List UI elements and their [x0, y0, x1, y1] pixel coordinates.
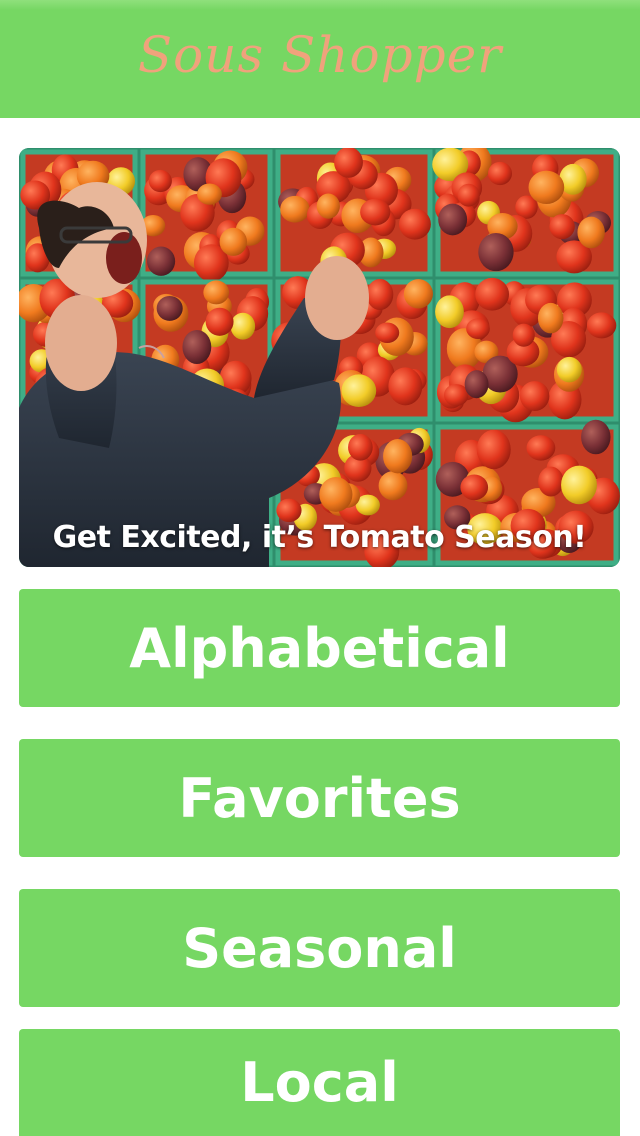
tomato [148, 169, 172, 193]
local-button[interactable]: Local [19, 1029, 620, 1136]
tomato [230, 312, 256, 340]
tomato [182, 329, 212, 364]
tomato [475, 277, 510, 311]
tomato [219, 227, 248, 256]
tomato [146, 246, 176, 276]
app-header: Sous Shopper [0, 0, 640, 118]
tomato [487, 161, 513, 186]
tomato [366, 278, 394, 311]
tomato [316, 193, 340, 219]
tomato [537, 302, 564, 334]
tomato [457, 183, 480, 207]
tomato [383, 439, 413, 474]
tomato [341, 374, 377, 407]
tomato [375, 322, 400, 343]
tomato [464, 370, 489, 399]
tomato [319, 477, 353, 512]
tomato [519, 381, 550, 412]
tomato [276, 498, 302, 523]
tomato [549, 214, 575, 240]
tomato [556, 356, 582, 383]
tomato [476, 429, 511, 470]
favorites-button[interactable]: Favorites [19, 739, 620, 857]
tomato [528, 170, 565, 204]
app-title: Sous Shopper [137, 26, 503, 84]
tomato-season-photo [19, 148, 620, 567]
tomato [512, 323, 535, 347]
tomato [348, 434, 373, 461]
tomato [398, 208, 431, 240]
tomato [460, 474, 489, 501]
tomato [581, 419, 611, 455]
tomato [438, 203, 468, 236]
tomato [586, 312, 617, 339]
tomato [388, 367, 423, 406]
seasonal-button[interactable]: Seasonal [19, 889, 620, 1007]
tomato [577, 216, 605, 249]
tomato [561, 465, 597, 505]
tomato [443, 384, 469, 407]
tomato [360, 198, 391, 226]
tomato [478, 232, 514, 272]
tomato [435, 295, 464, 329]
tomato [334, 148, 363, 178]
hero-caption: Get Excited, it’s Tomato Season! [52, 520, 587, 555]
tomato [203, 280, 230, 305]
tomato [205, 307, 234, 336]
tomato [538, 466, 564, 497]
tomato [378, 471, 408, 501]
alphabetical-button[interactable]: Alphabetical [19, 589, 620, 707]
tomato [280, 195, 310, 223]
tomato [403, 279, 433, 309]
tomato [526, 435, 556, 461]
tomato [466, 318, 490, 339]
hero-banner[interactable]: Get Excited, it’s Tomato Season! [19, 148, 620, 567]
tomato [156, 295, 183, 321]
tomato [197, 183, 222, 205]
